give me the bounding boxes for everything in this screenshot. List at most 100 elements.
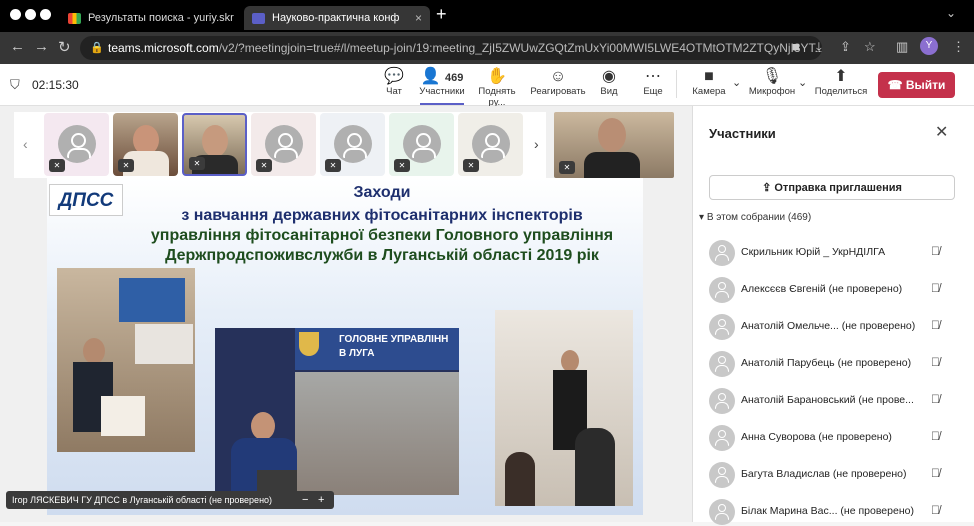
projected-moth-image <box>295 372 459 495</box>
in-meeting-section-header[interactable]: ▾ В этом собрании (469) <box>699 212 811 223</box>
photo-podium <box>101 396 145 436</box>
invite-button[interactable]: ⇪ Отправка приглашения <box>709 175 955 200</box>
zoom-out-icon[interactable]: − <box>302 491 308 509</box>
tab-teams-meeting[interactable]: Науково-практична конф × <box>244 6 430 30</box>
dpss-logo: ДПСС <box>49 184 123 216</box>
participant-row[interactable]: Анна Суворова (не проверено) 🎙̸ <box>709 422 959 452</box>
back-icon[interactable]: ← <box>10 38 25 55</box>
gallery-next-icon[interactable]: › <box>534 136 539 152</box>
tab-label: Науково-практична конф <box>272 12 400 24</box>
close-window-dot[interactable] <box>10 9 21 20</box>
more-button[interactable]: ⋯ Еще <box>640 68 666 97</box>
participants-count: 469 <box>445 72 464 84</box>
mic-off-icon[interactable]: 🎙̸ <box>931 244 940 258</box>
slide-photo-left <box>57 268 195 452</box>
mic-off-icon: ✕ <box>559 161 575 174</box>
bookmark-star-icon[interactable]: ☆ <box>864 39 876 55</box>
zoom-window-dot[interactable] <box>40 9 51 20</box>
forward-icon[interactable]: → <box>34 38 49 55</box>
participant-row[interactable]: Анатолій Омельче... (не проверено) 🎙̸ <box>709 311 959 341</box>
slide-title-line-3: управління фітосанітарної безпеки Головн… <box>150 227 614 244</box>
mic-off-icon[interactable]: 🎙̸ <box>931 281 940 295</box>
participant-tile[interactable]: ✕ <box>458 113 523 176</box>
chat-button[interactable]: 💬 Чат <box>382 68 406 97</box>
participant-video-tile[interactable]: ✕ <box>113 113 178 176</box>
microphone-button[interactable]: 🎙 Микрофон <box>748 68 796 97</box>
participant-tile[interactable]: ✕ <box>251 113 316 176</box>
slide-photo-center: ГОЛОВНЕ УПРАВЛІНН В ЛУГА <box>215 328 459 495</box>
raise-hand-button[interactable]: ✋ Поднять ру... <box>470 68 524 108</box>
close-tab-icon[interactable]: × <box>415 8 422 28</box>
participants-button[interactable]: 👤 469 Участники <box>418 68 466 105</box>
reload-icon[interactable]: ↻ <box>58 38 71 56</box>
sidebar-icon[interactable]: ▥ <box>896 39 908 55</box>
participant-row[interactable]: Багута Владислав (не проверено) 🎙̸ <box>709 459 959 489</box>
participant-video-tile-active[interactable]: ✕ <box>182 113 247 176</box>
camera-indicator-icon[interactable]: ■ <box>792 39 800 54</box>
menu-dots-icon[interactable]: ⋮ <box>952 39 965 55</box>
participant-tile[interactable]: ✕ <box>44 113 109 176</box>
view-button[interactable]: ◉ Вид <box>596 68 622 97</box>
mic-off-icon[interactable]: 🎙̸ <box>931 503 940 517</box>
avatar <box>334 125 372 163</box>
profile-avatar[interactable]: Y <box>920 37 938 55</box>
pinned-speaker-video[interactable]: ✕ <box>554 112 674 178</box>
camera-chevron-icon[interactable]: ⌄ <box>732 76 741 89</box>
photo-banner-text-2: В ЛУГА <box>339 348 375 359</box>
participant-row[interactable]: Анатолій Барановський (не прове... 🎙̸ <box>709 385 959 415</box>
participant-row[interactable]: Скрильник Юрій _ УкрНДІЛГА 🎙̸ <box>709 237 959 267</box>
mic-chevron-icon[interactable]: ⌄ <box>798 76 807 89</box>
avatar <box>709 351 735 377</box>
speaker-shirt <box>584 152 640 178</box>
leave-button[interactable]: ☎ Выйти <box>878 72 955 98</box>
participant-name: Багута Владислав (не проверено) <box>741 468 907 480</box>
phone-hangup-icon: ☎ <box>887 78 903 92</box>
smiley-icon: ☺ <box>549 68 567 85</box>
panel-title: Участники <box>709 126 776 141</box>
mic-off-icon[interactable]: 🎙̸ <box>931 318 940 332</box>
mic-off-icon[interactable]: 🎙̸ <box>931 429 940 443</box>
tab-gmail-search[interactable]: Результаты поиска - yuriy.skr <box>60 6 240 30</box>
avatar <box>709 425 735 451</box>
speaker-face <box>598 118 626 152</box>
share-label: Поделиться <box>814 86 868 97</box>
gallery-prev-icon[interactable]: ‹ <box>23 136 28 152</box>
url-field[interactable]: 🔒 teams.microsoft.com/v2/?meetingjoin=tr… <box>80 36 822 60</box>
photo-screen <box>135 324 193 364</box>
install-app-icon[interactable]: ⤓ <box>816 39 822 55</box>
avatar <box>709 462 735 488</box>
react-button[interactable]: ☺ Реагировать <box>530 68 586 97</box>
address-bar-row: ← → ↻ 🔒 teams.microsoft.com/v2/?meetingj… <box>0 32 974 64</box>
participant-row[interactable]: Алексєєв Євгеній (не проверено) 🎙̸ <box>709 274 959 304</box>
participant-tile[interactable]: ✕ <box>389 113 454 176</box>
new-tab-icon[interactable]: + <box>436 4 447 25</box>
photo-banner: ГОЛОВНЕ УПРАВЛІНН В ЛУГА <box>295 328 459 370</box>
participant-face <box>202 125 228 157</box>
avatar <box>403 125 441 163</box>
tab-list-chevron-icon[interactable]: ⌄ <box>946 6 956 20</box>
meeting-timer: 02:15:30 <box>32 78 79 92</box>
share-button[interactable]: ⬆ Поделиться <box>814 68 868 97</box>
share-page-icon[interactable]: ⇪ <box>840 39 851 55</box>
mic-off-icon[interactable]: 🎙̸ <box>931 355 940 369</box>
camera-button[interactable]: ■ Камера <box>690 68 728 97</box>
avatar <box>472 125 510 163</box>
invite-label: Отправка приглашения <box>774 182 902 194</box>
participants-label: Участники <box>419 86 465 97</box>
hand-icon: ✋ <box>487 68 507 85</box>
close-icon[interactable]: ✕ <box>935 122 948 142</box>
avatar <box>709 314 735 340</box>
share-arrow-icon: ⇪ <box>762 182 772 194</box>
meeting-toolbar: ⛉ 02:15:30 💬 Чат 👤 469 Участники ✋ Подня… <box>0 64 974 108</box>
participant-row[interactable]: Анатолій Парубець (не проверено) 🎙̸ <box>709 348 959 378</box>
mic-off-icon[interactable]: 🎙̸ <box>931 392 940 406</box>
mic-off-icon: ✕ <box>394 159 410 172</box>
participant-tile[interactable]: ✕ <box>320 113 385 176</box>
mic-off-icon[interactable]: 🎙̸ <box>931 466 940 480</box>
minimize-window-dot[interactable] <box>25 9 36 20</box>
avatar <box>265 125 303 163</box>
mic-off-icon: ✕ <box>256 159 272 172</box>
photo-person-face <box>561 350 579 372</box>
zoom-in-icon[interactable]: + <box>318 491 324 509</box>
shared-screen-slide: ДПСС Заходи з навчання державних фітосан… <box>47 178 643 515</box>
